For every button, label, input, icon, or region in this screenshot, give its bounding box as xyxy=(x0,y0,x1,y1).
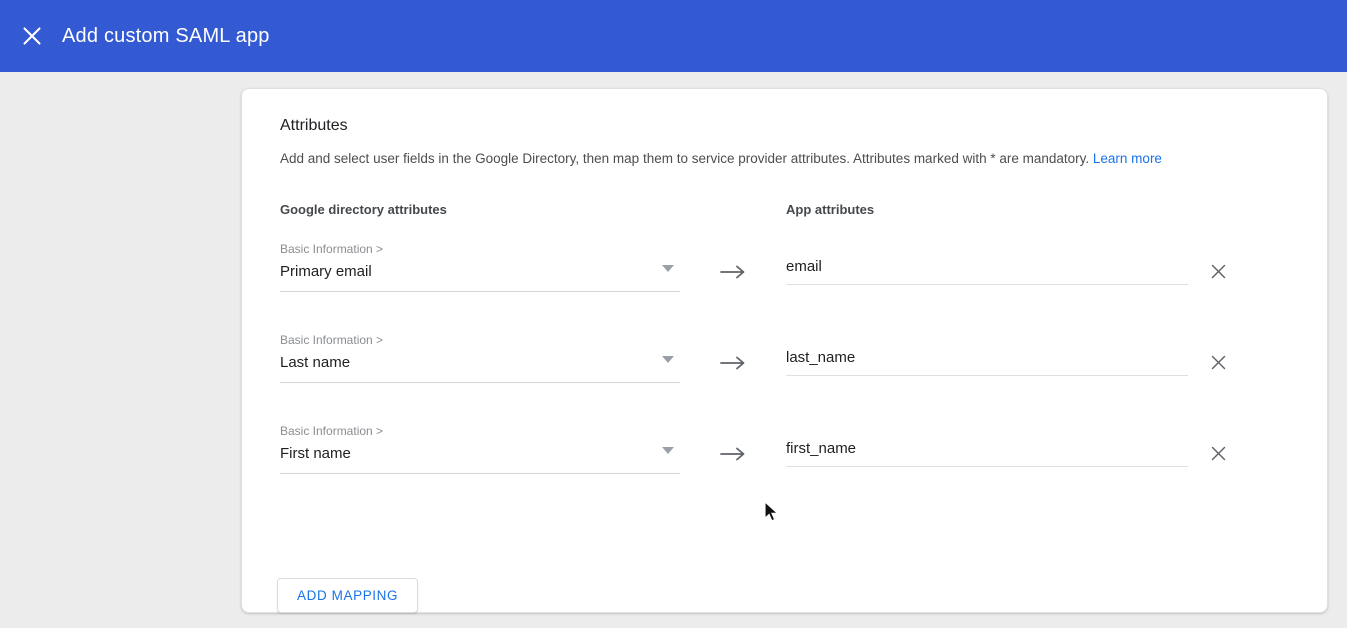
dialog-title: Add custom SAML app xyxy=(62,25,270,48)
right-arrow-icon xyxy=(720,356,746,370)
remove-mapping-button-1[interactable] xyxy=(1206,259,1230,283)
attributes-card: Attributes Add and select user fields in… xyxy=(241,88,1328,613)
google-attribute-value: First name xyxy=(280,445,351,462)
column-header-google-directory: Google directory attributes xyxy=(280,202,680,217)
chevron-down-icon xyxy=(662,265,674,272)
mapping-arrow-cell xyxy=(680,424,786,470)
close-button[interactable] xyxy=(12,16,52,56)
description-text: Add and select user fields in the Google… xyxy=(280,151,1089,166)
remove-x-icon xyxy=(1211,446,1226,461)
section-title: Attributes xyxy=(280,117,1289,135)
chevron-down-icon xyxy=(662,447,674,454)
remove-x-icon xyxy=(1211,264,1226,279)
column-header-spacer xyxy=(680,202,786,217)
column-header-app-attributes: App attributes xyxy=(786,202,1188,217)
right-arrow-icon xyxy=(720,447,746,461)
close-icon xyxy=(23,27,41,45)
mapping-row-primary-email: Basic Information > Primary email xyxy=(280,242,1289,294)
attribute-category-label: Basic Information > xyxy=(280,424,680,438)
google-attribute-value: Primary email xyxy=(280,263,372,280)
chevron-down-icon xyxy=(662,356,674,363)
mapping-arrow-cell xyxy=(680,333,786,379)
mapping-arrow-cell xyxy=(680,242,786,288)
section-description: Add and select user fields in the Google… xyxy=(280,150,1289,168)
attribute-category-label: Basic Information > xyxy=(280,333,680,347)
app-attribute-input-1[interactable] xyxy=(786,258,1188,285)
google-attribute-select-2[interactable]: Basic Information > Last name xyxy=(280,333,680,383)
attribute-category-label: Basic Information > xyxy=(280,242,680,256)
google-attribute-select-3[interactable]: Basic Information > First name xyxy=(280,424,680,474)
column-headers: Google directory attributes App attribut… xyxy=(280,202,1289,217)
app-attribute-input-3[interactable] xyxy=(786,440,1188,467)
app-attribute-input-2[interactable] xyxy=(786,349,1188,376)
remove-mapping-button-3[interactable] xyxy=(1206,441,1230,465)
learn-more-link[interactable]: Learn more xyxy=(1093,151,1162,166)
add-mapping-button[interactable]: ADD MAPPING xyxy=(277,578,418,613)
right-arrow-icon xyxy=(720,265,746,279)
google-attribute-select-1[interactable]: Basic Information > Primary email xyxy=(280,242,680,292)
remove-mapping-button-2[interactable] xyxy=(1206,350,1230,374)
mapping-row-last-name: Basic Information > Last name xyxy=(280,333,1289,385)
mapping-row-first-name: Basic Information > First name xyxy=(280,424,1289,476)
google-attribute-value: Last name xyxy=(280,354,350,371)
remove-x-icon xyxy=(1211,355,1226,370)
dialog-appbar: Add custom SAML app xyxy=(0,0,1347,72)
mapping-rows: Basic Information > Primary email xyxy=(280,242,1289,476)
